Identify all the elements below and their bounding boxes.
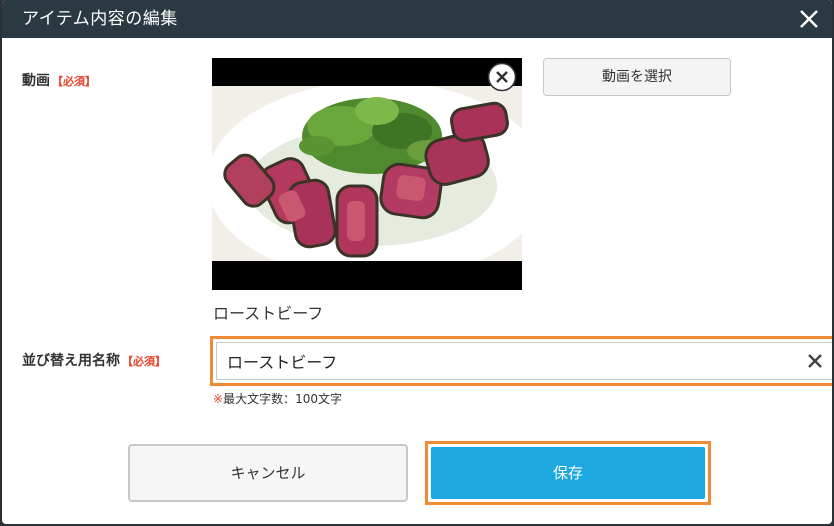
close-icon[interactable] [796, 6, 822, 32]
dialog-titlebar: アイテム内容の編集 [2, 0, 832, 38]
select-video-button[interactable]: 動画を選択 [543, 58, 731, 96]
video-required-badge: 【必須】 [52, 75, 96, 88]
video-name: ローストビーフ [213, 304, 324, 323]
sort-name-input[interactable] [216, 342, 832, 380]
dialog-title: アイテム内容の編集 [22, 9, 178, 29]
sort-name-label: 並び替え用名称 【必須】 [22, 350, 166, 370]
hint-mark: ※ [213, 392, 224, 406]
video-preview[interactable] [212, 58, 522, 290]
clear-input-icon[interactable] [807, 353, 823, 369]
save-button[interactable]: 保存 [431, 447, 705, 499]
sort-name-label-text: 並び替え用名称 [22, 353, 120, 369]
max-length-hint: ※最大文字数：100文字 [213, 390, 342, 407]
video-label-text: 動画 [22, 73, 50, 89]
edit-item-dialog: アイテム内容の編集 動画 【必須】 動画を選択 ローストビーフ 並び替え用名称 … [2, 0, 832, 524]
cancel-button[interactable]: キャンセル [128, 444, 408, 502]
hint-text: 最大文字数：100文字 [223, 392, 342, 406]
sort-name-input-focus-ring [210, 336, 832, 386]
video-label: 動画 【必須】 [22, 70, 96, 90]
video-thumbnail-image [212, 86, 522, 261]
sort-name-required-badge: 【必須】 [122, 355, 166, 368]
remove-video-icon[interactable] [487, 62, 517, 92]
